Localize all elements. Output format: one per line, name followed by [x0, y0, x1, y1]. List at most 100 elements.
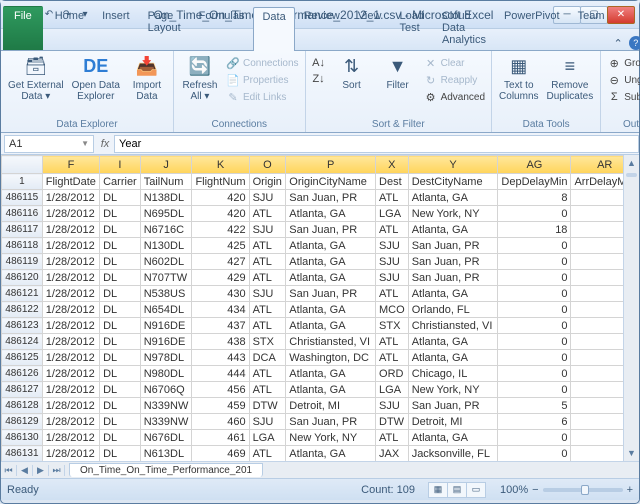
column-header[interactable]: K: [192, 156, 249, 174]
tab-load-test[interactable]: Load Test: [390, 6, 432, 50]
cell[interactable]: 422: [192, 222, 249, 238]
cell[interactable]: SJU: [376, 254, 409, 270]
text-to-columns-button[interactable]: ▦Text to Columns: [496, 53, 541, 104]
column-header[interactable]: I: [100, 156, 141, 174]
cell[interactable]: Atlanta, GA: [408, 334, 498, 350]
cell[interactable]: Atlanta, GA: [408, 286, 498, 302]
cell[interactable]: N978DL: [140, 350, 192, 366]
cell[interactable]: MCO: [376, 302, 409, 318]
cell[interactable]: ATL: [376, 430, 409, 446]
row-header[interactable]: 486128: [2, 398, 43, 414]
cell[interactable]: 420: [192, 206, 249, 222]
cell[interactable]: Atlanta, GA: [286, 366, 376, 382]
cell[interactable]: 1/28/2012: [42, 350, 99, 366]
cell[interactable]: Origin: [249, 174, 286, 190]
cell[interactable]: FlightDate: [42, 174, 99, 190]
cell[interactable]: N538US: [140, 286, 192, 302]
cell[interactable]: N6716C: [140, 222, 192, 238]
cell[interactable]: 1/28/2012: [42, 286, 99, 302]
tab-page-layout[interactable]: Page Layout: [139, 6, 190, 50]
cell[interactable]: SJU: [249, 190, 286, 206]
cell[interactable]: 434: [192, 302, 249, 318]
sheet-nav-prev-icon[interactable]: ◀: [17, 465, 33, 476]
cell[interactable]: DCA: [249, 350, 286, 366]
sheet-tab[interactable]: On_Time_On_Time_Performance_201: [69, 463, 263, 477]
cell[interactable]: 1/28/2012: [42, 318, 99, 334]
refresh-all-button[interactable]: 🔄Refresh All ▾: [178, 53, 222, 104]
sheet-nav-first-icon[interactable]: ⏮: [1, 465, 17, 476]
cell[interactable]: Atlanta, GA: [408, 222, 498, 238]
cell[interactable]: DL: [100, 350, 141, 366]
cell[interactable]: N980DL: [140, 366, 192, 382]
sort-button[interactable]: ⇅Sort: [330, 53, 374, 93]
cell[interactable]: ATL: [249, 254, 286, 270]
cell[interactable]: San Juan, PR: [286, 286, 376, 302]
formula-input[interactable]: [114, 135, 639, 153]
cell[interactable]: Chicago, IL: [408, 366, 498, 382]
cell[interactable]: 1/28/2012: [42, 222, 99, 238]
tab-team[interactable]: Team: [569, 6, 614, 50]
cell[interactable]: San Juan, PR: [286, 222, 376, 238]
cell[interactable]: Detroit, MI: [286, 398, 376, 414]
cell[interactable]: 1/28/2012: [42, 190, 99, 206]
page-break-view-button[interactable]: ▭: [466, 482, 486, 498]
cell[interactable]: ATL: [249, 366, 286, 382]
cell[interactable]: N916DE: [140, 334, 192, 350]
cell[interactable]: ATL: [249, 318, 286, 334]
cell[interactable]: New York, NY: [286, 430, 376, 446]
cell[interactable]: Atlanta, GA: [286, 270, 376, 286]
cell[interactable]: N138DL: [140, 190, 192, 206]
cell[interactable]: N339NW: [140, 398, 192, 414]
cell[interactable]: DL: [100, 382, 141, 398]
row-header[interactable]: 486119: [2, 254, 43, 270]
cell[interactable]: Atlanta, GA: [286, 254, 376, 270]
cell[interactable]: San Juan, PR: [286, 190, 376, 206]
cell[interactable]: DL: [100, 398, 141, 414]
filter-button[interactable]: ▼Filter: [376, 53, 420, 93]
cell[interactable]: STX: [249, 334, 286, 350]
remove-duplicates-button[interactable]: ≡Remove Duplicates: [544, 53, 597, 104]
cell[interactable]: N613DL: [140, 446, 192, 462]
cell[interactable]: DL: [100, 366, 141, 382]
column-header[interactable]: X: [376, 156, 409, 174]
cell[interactable]: Atlanta, GA: [408, 350, 498, 366]
column-header[interactable]: P: [286, 156, 376, 174]
cell[interactable]: N676DL: [140, 430, 192, 446]
scroll-down-icon[interactable]: ▼: [624, 445, 639, 461]
cell[interactable]: New York, NY: [408, 206, 498, 222]
cell[interactable]: 0: [498, 254, 571, 270]
tab-home[interactable]: Home: [46, 6, 93, 50]
cell[interactable]: Detroit, MI: [408, 414, 498, 430]
row-header[interactable]: 486122: [2, 302, 43, 318]
page-layout-view-button[interactable]: ▤: [447, 482, 467, 498]
cell[interactable]: DTW: [249, 398, 286, 414]
cell[interactable]: 0: [498, 302, 571, 318]
cell[interactable]: 429: [192, 270, 249, 286]
cell[interactable]: DTW: [376, 414, 409, 430]
cell[interactable]: 460: [192, 414, 249, 430]
cell[interactable]: 443: [192, 350, 249, 366]
cell[interactable]: 8: [498, 190, 571, 206]
row-header[interactable]: 486124: [2, 334, 43, 350]
cell[interactable]: 1/28/2012: [42, 366, 99, 382]
cell[interactable]: 1/28/2012: [42, 398, 99, 414]
cell[interactable]: 456: [192, 382, 249, 398]
cell[interactable]: Orlando, FL: [408, 302, 498, 318]
row-header[interactable]: 486120: [2, 270, 43, 286]
cell[interactable]: 425: [192, 238, 249, 254]
select-all-corner[interactable]: [2, 156, 43, 174]
cell[interactable]: ATL: [249, 238, 286, 254]
tab-insert[interactable]: Insert: [93, 6, 139, 50]
connections-button[interactable]: 🔗Connections: [224, 55, 301, 71]
cell[interactable]: New York, NY: [408, 382, 498, 398]
cell[interactable]: LGA: [376, 382, 409, 398]
cell[interactable]: N916DE: [140, 318, 192, 334]
cell[interactable]: ATL: [249, 302, 286, 318]
column-header[interactable]: AG: [498, 156, 571, 174]
cell[interactable]: 0: [498, 270, 571, 286]
tab-formulas[interactable]: Formulas: [190, 6, 254, 50]
cell[interactable]: N707TW: [140, 270, 192, 286]
column-header[interactable]: F: [42, 156, 99, 174]
cell[interactable]: 1/28/2012: [42, 446, 99, 462]
zoom-level[interactable]: 100%: [500, 484, 528, 496]
